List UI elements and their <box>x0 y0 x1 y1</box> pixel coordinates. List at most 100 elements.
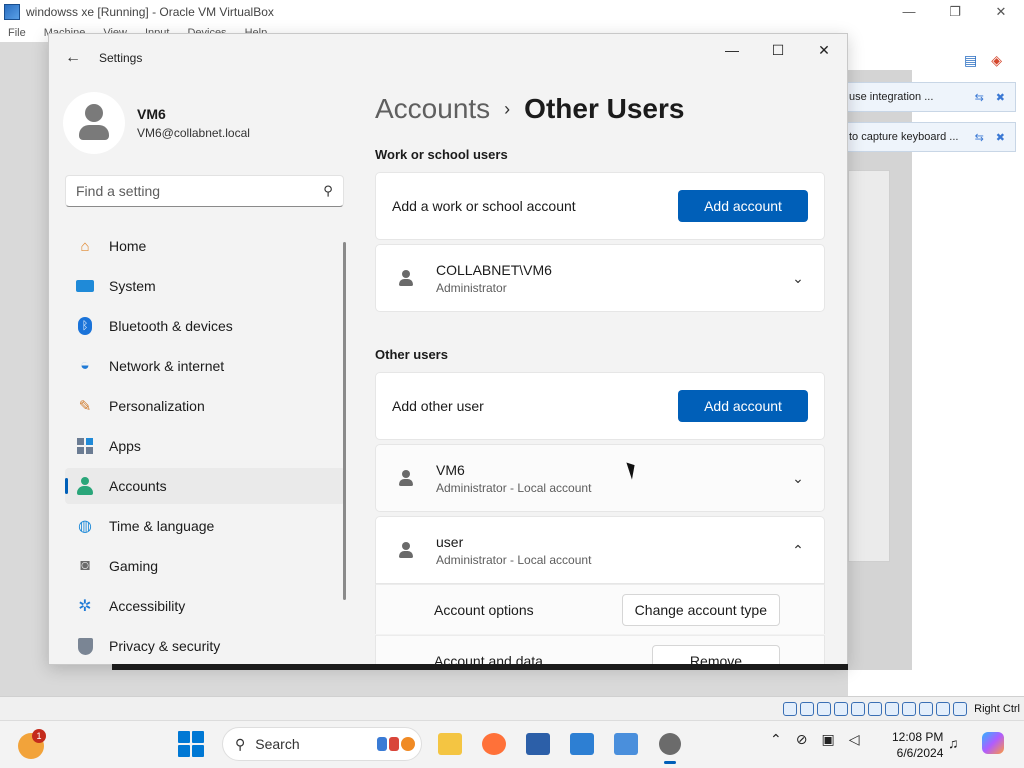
search-box[interactable]: ⚲ <box>65 175 344 207</box>
virtualbox-icon[interactable] <box>522 728 554 760</box>
clock[interactable]: 12:08 PM 6/6/2024 <box>892 729 943 761</box>
notification-badge: 1 <box>32 729 46 743</box>
sidebar-item-gaming[interactable]: ◙ Gaming <box>65 548 345 584</box>
avatar[interactable] <box>63 92 125 154</box>
sidebar-item-privacy[interactable]: Privacy & security <box>65 628 345 664</box>
sidebar-item-personalization[interactable]: ✎ Personalization <box>65 388 345 424</box>
hdd-icon[interactable] <box>783 701 798 716</box>
wifi-icon: ◒ <box>80 357 90 374</box>
sidebar-item-label: Accessibility <box>109 598 186 614</box>
background-dialog <box>848 170 890 562</box>
sidebar-item-accessibility[interactable]: ✲ Accessibility <box>65 588 345 624</box>
mouse-integration-icon[interactable] <box>936 701 951 716</box>
start-button[interactable] <box>178 731 204 757</box>
user-row-vm6[interactable]: VM6 Administrator - Local account ⌄ <box>375 444 825 512</box>
notice-close-icon[interactable]: ✖ <box>996 91 1005 104</box>
display-tray-icon[interactable]: ▣ <box>821 731 834 748</box>
sidebar-nav: ⌂ Home System ᛒ Bluetooth & devices ◒ Ne… <box>65 228 345 664</box>
display-icon[interactable] <box>885 701 900 716</box>
app-title: Settings <box>99 51 143 65</box>
remote-desktop-icon[interactable] <box>566 728 598 760</box>
window-bottom-shadow <box>112 664 848 670</box>
network-offline-icon[interactable]: ⊘ <box>796 731 808 748</box>
vbox-menu-file[interactable]: File <box>8 27 26 39</box>
breadcrumb: Accounts › Other Users <box>375 84 825 134</box>
sidebar-item-system[interactable]: System <box>65 268 345 304</box>
chevron-down-icon[interactable]: ⌄ <box>788 270 808 287</box>
cpu-icon[interactable] <box>919 701 934 716</box>
sidebar-item-label: Time & language <box>109 518 215 534</box>
network-icon[interactable] <box>834 701 849 716</box>
add-work-account-label: Add a work or school account <box>392 198 576 214</box>
sidebar-item-label: Gaming <box>109 558 159 574</box>
notice-info-icon[interactable]: ⇆ <box>975 91 984 104</box>
chevron-up-icon[interactable]: ⌃ <box>788 542 808 559</box>
optical-drive-icon[interactable] <box>800 701 815 716</box>
settings-window: ← Settings — ☐ ✕ VM6 VM6@collabnet.local… <box>48 33 848 665</box>
taskbar-search[interactable]: ⚲ Search <box>222 727 422 761</box>
sidebar-scrollbar[interactable] <box>343 242 346 600</box>
chevron-down-icon[interactable]: ⌄ <box>788 470 808 487</box>
firefox-icon[interactable] <box>478 728 510 760</box>
sidebar-item-home[interactable]: ⌂ Home <box>65 228 345 264</box>
vbox-close-button[interactable]: ✕ <box>978 4 1024 20</box>
vbox-minimize-button[interactable]: — <box>886 4 932 20</box>
minimize-button[interactable]: — <box>709 34 755 66</box>
back-arrow-icon[interactable]: ← <box>65 49 83 67</box>
search-icon: ⚲ <box>235 735 246 752</box>
user-role: Administrator - Local account <box>436 480 592 495</box>
user-name: VM6 <box>436 461 465 478</box>
change-account-type-button[interactable]: Change account type <box>621 593 780 626</box>
vbox-notice-mouse: use integration ... ⇆ ✖ <box>840 82 1016 112</box>
notice-info-icon[interactable]: ⇆ <box>975 131 984 144</box>
bell-icon[interactable]: ♫ <box>948 735 959 751</box>
volume-muted-icon[interactable]: ◁ <box>849 731 860 748</box>
vbox-top-icons: ▤ ◈ <box>964 52 1002 69</box>
gamepad-icon: ◙ <box>80 557 90 574</box>
close-button[interactable]: ✕ <box>801 34 847 66</box>
user-row-collabnet-vm6[interactable]: COLLABNET\VM6 Administrator ⌄ <box>375 244 825 312</box>
copilot-icon[interactable] <box>982 732 1004 754</box>
shared-folders-icon[interactable] <box>868 701 883 716</box>
settings-gear-icon[interactable] <box>654 728 686 764</box>
usb-icon[interactable] <box>851 701 866 716</box>
globe-icon: ◍ <box>78 518 92 535</box>
add-other-user-label: Add other user <box>392 398 484 414</box>
apps-icon <box>75 436 95 456</box>
sidebar-item-time-language[interactable]: ◍ Time & language <box>65 508 345 544</box>
user-role: Administrator - Local account <box>436 552 592 567</box>
user-avatar-icon <box>398 270 414 286</box>
vbox-settings-icon[interactable]: ▤ <box>964 52 977 69</box>
sidebar-item-apps[interactable]: Apps <box>65 428 345 464</box>
sidebar-item-bluetooth[interactable]: ᛒ Bluetooth & devices <box>65 308 345 344</box>
add-work-account-button[interactable]: Add account <box>678 190 808 222</box>
chevron-up-icon[interactable]: ⌃ <box>770 731 782 748</box>
sidebar-item-accounts[interactable]: Accounts <box>65 468 345 504</box>
add-other-user-button[interactable]: Add account <box>678 390 808 422</box>
file-explorer-icon[interactable] <box>434 728 466 760</box>
vbox-notice-keyboard: to capture keyboard ... ⇆ ✖ <box>840 122 1016 152</box>
page-title: Other Users <box>524 93 685 124</box>
vbox-snapshot-icon[interactable]: ◈ <box>991 52 1002 69</box>
virtualbox-logo-icon <box>4 4 20 20</box>
vm-manager-icon[interactable] <box>610 728 642 760</box>
account-options-label: Account options <box>434 601 534 618</box>
user-profile[interactable]: VM6 VM6@collabnet.local <box>63 92 250 154</box>
user-row-user[interactable]: user Administrator - Local account ⌃ <box>375 516 825 584</box>
remove-account-button[interactable]: Remove <box>652 644 780 664</box>
search-input[interactable] <box>76 183 313 199</box>
recording-icon[interactable] <box>902 701 917 716</box>
vbox-restore-button[interactable]: ❐ <box>932 4 978 20</box>
profile-name: VM6 <box>137 106 166 122</box>
sidebar-item-label: Privacy & security <box>109 638 221 654</box>
maximize-button[interactable]: ☐ <box>755 34 801 66</box>
audio-icon[interactable] <box>817 701 832 716</box>
breadcrumb-parent[interactable]: Accounts <box>375 93 490 125</box>
search-icon[interactable]: ⚲ <box>313 183 343 199</box>
sidebar-item-network[interactable]: ◒ Network & internet <box>65 348 345 384</box>
vbox-notice-text: use integration ... <box>849 91 934 103</box>
keyboard-capture-icon[interactable] <box>953 701 968 716</box>
notice-close-icon[interactable]: ✖ <box>996 131 1005 144</box>
main-content: Accounts › Other Users Work or school us… <box>375 84 825 664</box>
system-icon <box>75 276 95 296</box>
